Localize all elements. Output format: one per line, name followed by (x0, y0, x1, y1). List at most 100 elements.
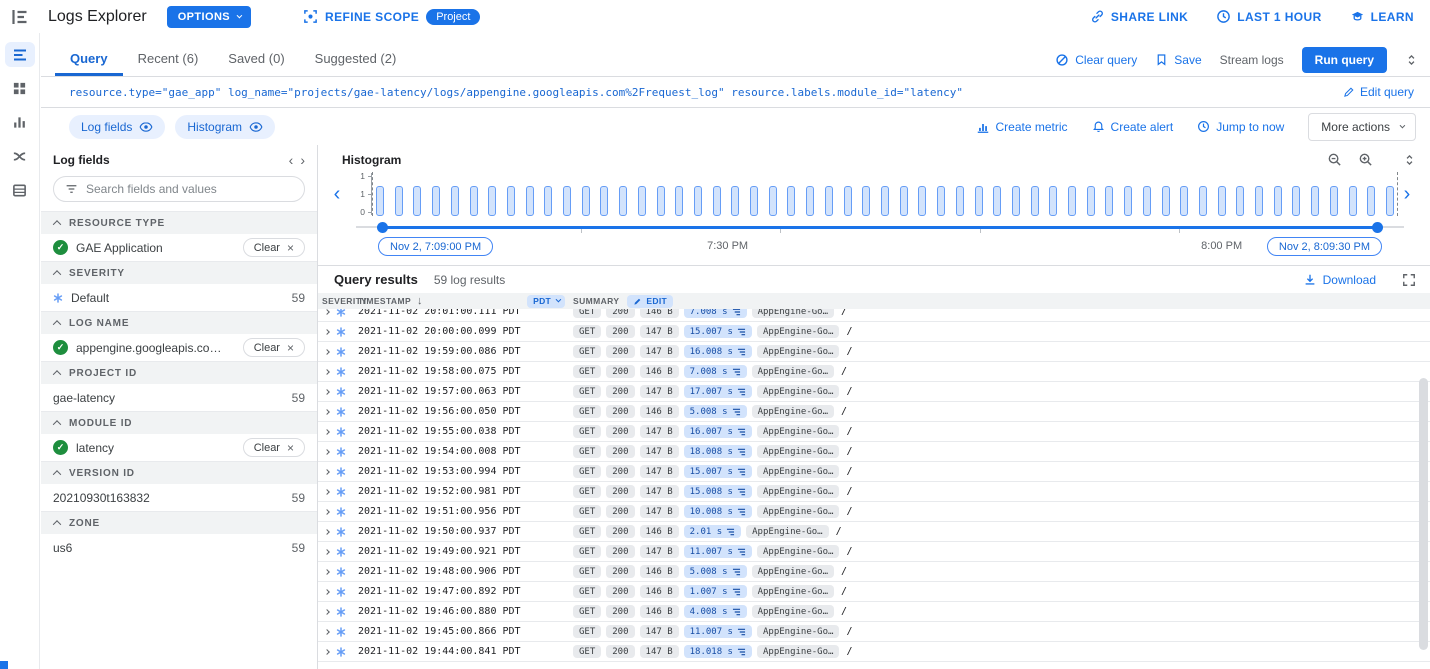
field-item[interactable]: 20210930t16383259 (41, 484, 317, 511)
http-status-chip[interactable]: 200 (606, 605, 634, 618)
latency-chip[interactable]: 5.008 s (684, 565, 747, 578)
histogram-bar[interactable] (956, 186, 964, 216)
http-status-chip[interactable]: 200 (606, 565, 634, 578)
tab-suggested-2[interactable]: Suggested (2) (300, 33, 412, 76)
histogram-bar[interactable] (1367, 186, 1375, 216)
http-status-chip[interactable]: 200 (606, 465, 634, 478)
options-button[interactable]: OPTIONS (167, 6, 251, 28)
user-agent-chip[interactable]: AppEngine-Go… (757, 485, 839, 498)
log-fields-toggle-chip[interactable]: Log fields (69, 115, 165, 139)
histogram-bar[interactable] (1330, 186, 1338, 216)
collapse-panel-left-icon[interactable]: ‹ (289, 152, 294, 168)
http-status-chip[interactable]: 200 (606, 505, 634, 518)
log-row[interactable]: 2021-11-02 19:45:00.866 PDTGET200147 B11… (318, 622, 1430, 642)
histogram-bar[interactable] (1349, 186, 1357, 216)
http-method-chip[interactable]: GET (573, 425, 601, 438)
histogram-bar[interactable] (825, 186, 833, 216)
histogram-bar[interactable] (395, 186, 403, 216)
log-row[interactable]: 2021-11-02 19:59:00.086 PDTGET200147 B16… (318, 342, 1430, 362)
log-row[interactable]: 2021-11-02 19:53:00.994 PDTGET200147 B15… (318, 462, 1430, 482)
fullscreen-icon[interactable] (1402, 273, 1416, 287)
latency-chip[interactable]: 1.007 s (684, 585, 747, 598)
latency-chip[interactable]: 17.007 s (684, 385, 752, 398)
user-agent-chip[interactable]: AppEngine-Go… (757, 345, 839, 358)
latency-chip[interactable]: 4.008 s (684, 605, 747, 618)
http-status-chip[interactable]: 200 (606, 385, 634, 398)
run-query-button[interactable]: Run query (1302, 47, 1387, 73)
log-row[interactable]: 2021-11-02 20:01:00.111 PDTGET200146 B7.… (318, 309, 1430, 322)
user-agent-chip[interactable]: AppEngine-Go… (757, 425, 839, 438)
histogram-bar[interactable] (600, 186, 608, 216)
latency-chip[interactable]: 18.018 s (684, 645, 752, 658)
collapse-query-icon[interactable] (1405, 53, 1418, 67)
http-method-chip[interactable]: GET (573, 445, 601, 458)
histogram-bar[interactable] (1180, 186, 1188, 216)
query-editor[interactable]: resource.type="gae_app" log_name="projec… (41, 77, 1430, 108)
nav-logs-router[interactable] (5, 144, 35, 169)
histogram-bar[interactable] (862, 186, 870, 216)
http-status-chip[interactable]: 200 (606, 445, 634, 458)
pan-right-arrow[interactable]: › (1398, 184, 1416, 204)
latency-chip[interactable]: 15.007 s (684, 465, 752, 478)
range-start-handle[interactable] (377, 222, 388, 233)
latency-chip[interactable]: 5.008 s (684, 405, 747, 418)
histogram-bar[interactable] (750, 186, 758, 216)
expand-row-chevron-icon[interactable] (324, 509, 330, 515)
histogram-bar[interactable] (1292, 186, 1300, 216)
histogram-bar[interactable] (507, 186, 515, 216)
field-section-header[interactable]: ZONE (41, 511, 317, 534)
field-section-header[interactable]: PROJECT ID (41, 361, 317, 384)
field-item[interactable]: ✓latencyClear× (41, 434, 317, 461)
http-method-chip[interactable]: GET (573, 385, 601, 398)
latency-chip[interactable]: 7.008 s (684, 309, 747, 318)
stream-logs-button[interactable]: Stream logs (1220, 53, 1284, 67)
share-link-button[interactable]: SHARE LINK (1090, 9, 1188, 24)
latency-chip[interactable]: 7.008 s (684, 365, 747, 378)
http-method-chip[interactable]: GET (573, 505, 601, 518)
http-method-chip[interactable]: GET (573, 465, 601, 478)
field-item[interactable]: gae-latency59 (41, 384, 317, 411)
learn-button[interactable]: LEARN (1350, 9, 1414, 24)
http-status-chip[interactable]: 200 (606, 585, 634, 598)
user-agent-chip[interactable]: AppEngine-Go… (757, 325, 839, 338)
histogram-bar[interactable] (806, 186, 814, 216)
histogram-bars[interactable] (372, 172, 1398, 216)
log-row[interactable]: 2021-11-02 19:49:00.921 PDTGET200147 B11… (318, 542, 1430, 562)
user-agent-chip[interactable]: AppEngine-Go… (752, 605, 834, 618)
http-status-chip[interactable]: 200 (606, 645, 634, 658)
histogram-bar[interactable] (881, 186, 889, 216)
response-size-chip[interactable]: 146 B (640, 405, 679, 418)
log-row[interactable]: 2021-11-02 19:44:00.841 PDTGET200147 B18… (318, 642, 1430, 662)
http-status-chip[interactable]: 200 (606, 625, 634, 638)
histogram-bar[interactable] (1031, 186, 1039, 216)
download-button[interactable]: Download (1303, 273, 1376, 287)
user-agent-chip[interactable]: AppEngine-Go… (757, 385, 839, 398)
field-item[interactable]: us659 (41, 534, 317, 561)
nav-logs-storage[interactable] (5, 178, 35, 203)
log-row[interactable]: 2021-11-02 19:54:00.008 PDTGET200147 B18… (318, 442, 1430, 462)
expand-row-chevron-icon[interactable] (324, 489, 330, 495)
response-size-chip[interactable]: 147 B (640, 385, 679, 398)
tab-query[interactable]: Query (55, 33, 123, 76)
histogram-bar[interactable] (638, 186, 646, 216)
expand-row-chevron-icon[interactable] (324, 549, 330, 555)
field-item[interactable]: ✓appengine.googleapis.com/requ…Clear× (41, 334, 317, 361)
response-size-chip[interactable]: 146 B (640, 525, 679, 538)
http-status-chip[interactable]: 200 (606, 325, 634, 338)
latency-chip[interactable]: 10.008 s (684, 505, 752, 518)
nav-logs-dashboard[interactable] (5, 76, 35, 101)
log-row[interactable]: 2021-11-02 19:48:00.906 PDTGET200146 B5.… (318, 562, 1430, 582)
histogram-bar[interactable] (582, 186, 590, 216)
save-query-button[interactable]: Save (1155, 53, 1201, 67)
refine-scope-button[interactable]: REFINE SCOPE Project (303, 9, 480, 25)
http-method-chip[interactable]: GET (573, 605, 601, 618)
create-metric-button[interactable]: Create metric (976, 120, 1068, 134)
range-start-chip[interactable]: Nov 2, 7:09:00 PM (378, 237, 493, 256)
pan-left-arrow[interactable]: ‹ (328, 184, 346, 204)
user-agent-chip[interactable]: AppEngine-Go… (757, 465, 839, 478)
field-search-box[interactable] (53, 176, 305, 202)
user-agent-chip[interactable]: AppEngine-Go… (757, 545, 839, 558)
http-status-chip[interactable]: 200 (606, 425, 634, 438)
response-size-chip[interactable]: 147 B (640, 345, 679, 358)
jump-to-now-button[interactable]: Jump to now (1197, 120, 1284, 134)
